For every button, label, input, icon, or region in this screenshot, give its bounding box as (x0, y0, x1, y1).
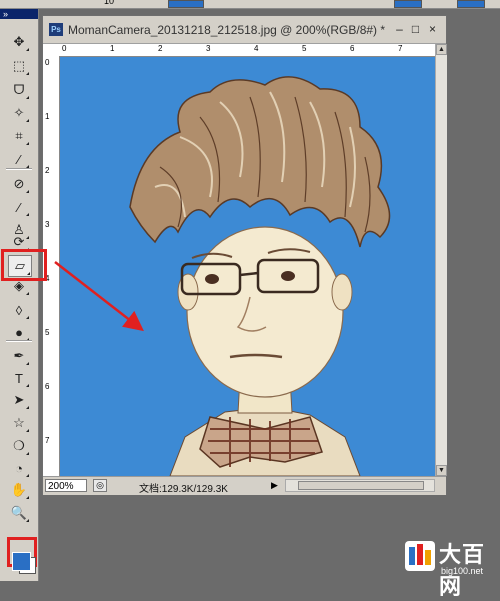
foreground-color-swatch[interactable] (12, 552, 31, 571)
watermark-logo: 大百网 big100.net (405, 535, 495, 600)
annotation-arrow (54, 261, 144, 332)
watermark-url: big100.net (441, 566, 484, 576)
watermark-icon (405, 541, 435, 571)
